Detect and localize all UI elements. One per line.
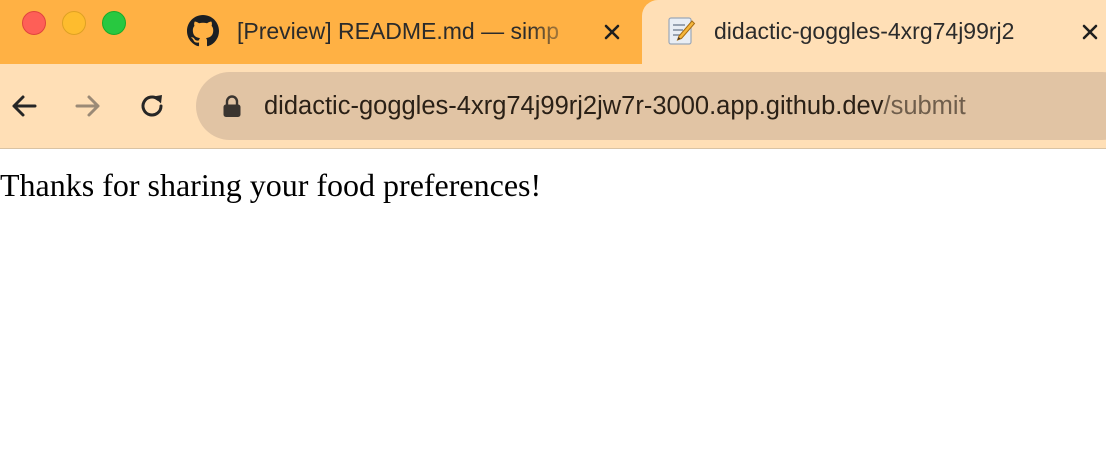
address-url[interactable]: didactic-goggles-4xrg74j99rj2jw7r-3000.a… (264, 90, 966, 122)
arrow-left-icon[interactable] (4, 86, 44, 126)
tab-didactic-goggles[interactable]: didactic-goggles-4xrg74j99rj2 (642, 0, 1106, 64)
tab-title: [Preview] README.md — simp (237, 18, 560, 44)
window-zoom-button[interactable] (102, 11, 126, 35)
tab-readme-preview[interactable]: [Preview] README.md — simp (170, 0, 640, 64)
memo-icon (664, 14, 698, 48)
browser-toolbar: didactic-goggles-4xrg74j99rj2jw7r-3000.a… (0, 64, 1106, 149)
window-minimize-button[interactable] (62, 11, 86, 35)
address-bar[interactable]: didactic-goggles-4xrg74j99rj2jw7r-3000.a… (196, 72, 1106, 140)
page-content: Thanks for sharing your food preferences… (0, 150, 1106, 468)
tab-close-icon[interactable] (1075, 17, 1105, 47)
window-close-button[interactable] (22, 11, 46, 35)
url-path: /submit (883, 92, 966, 120)
url-host: didactic-goggles-4xrg74j99rj2jw7r-3000.a… (264, 92, 884, 120)
tab-title: didactic-goggles-4xrg74j99rj2 (714, 18, 1015, 44)
confirmation-message: Thanks for sharing your food preferences… (0, 167, 542, 203)
tab-strip: [Preview] README.md — simp didactic-gogg… (0, 0, 1106, 64)
reload-icon[interactable] (132, 86, 172, 126)
browser-window: [Preview] README.md — simp didactic-gogg… (0, 0, 1106, 468)
arrow-right-icon[interactable] (68, 86, 108, 126)
github-icon (186, 14, 220, 48)
tab-close-icon[interactable] (597, 17, 627, 47)
lock-icon[interactable] (222, 94, 242, 118)
